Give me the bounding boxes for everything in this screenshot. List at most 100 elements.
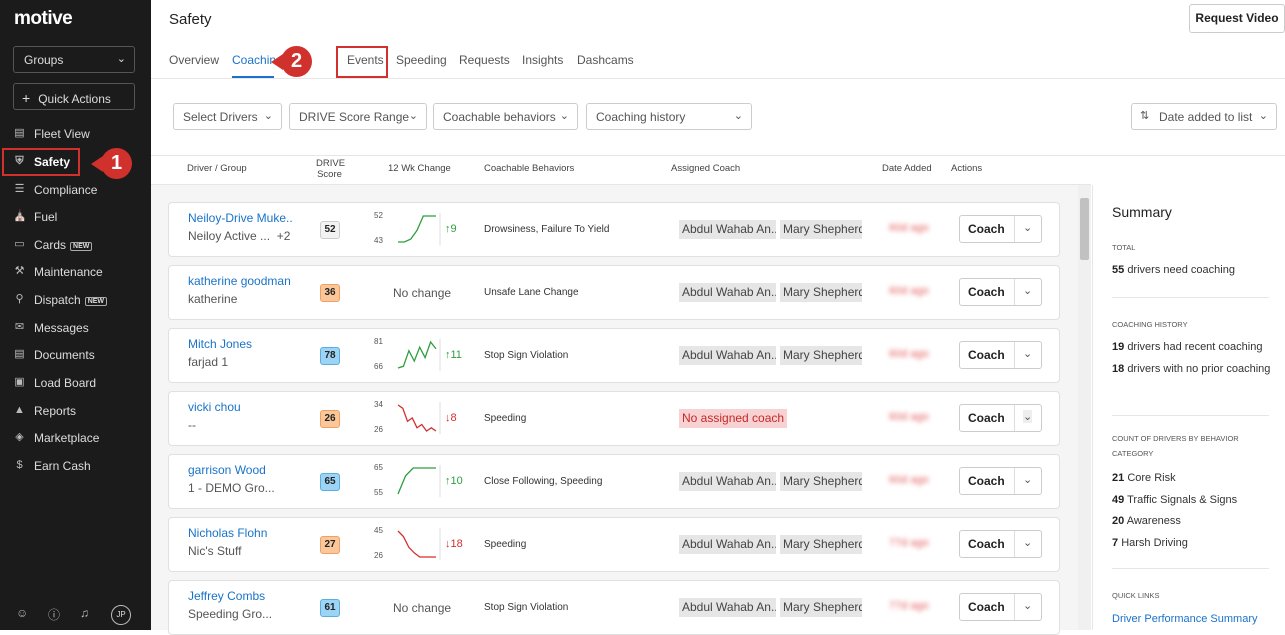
date-added: 60d ago bbox=[889, 348, 929, 360]
driver-name-link[interactable]: Jeffrey Combs bbox=[188, 589, 265, 603]
sidebar-item-documents[interactable]: ▤ Documents bbox=[0, 343, 151, 367]
tab-coaching[interactable]: Coaching bbox=[232, 53, 275, 67]
chevron-down-icon[interactable]: ⌄ bbox=[1023, 284, 1032, 297]
sparkline-high: 52 bbox=[374, 211, 383, 220]
assigned-coach-badge: Abdul Wahab An... bbox=[679, 283, 776, 302]
drive-score-badge: 61 bbox=[320, 599, 340, 617]
group-name: farjad 1 bbox=[188, 355, 229, 369]
plus-icon: + bbox=[22, 90, 31, 106]
sparkline-line bbox=[397, 467, 436, 495]
quick-actions-button[interactable]: + Quick Actions bbox=[13, 83, 135, 110]
tab-insights[interactable]: Insights bbox=[522, 53, 563, 67]
page-title: Safety bbox=[169, 11, 212, 28]
chevron-down-icon[interactable]: ⌄ bbox=[1023, 473, 1032, 486]
sidebar-item-maintenance[interactable]: ⚒ Maintenance bbox=[0, 260, 151, 284]
coaching-history-dropdown[interactable]: Coaching history ⌄ bbox=[586, 103, 752, 130]
sparkline-line bbox=[397, 530, 436, 558]
coach-button[interactable]: Coach ⌄ bbox=[959, 341, 1042, 369]
table-row[interactable]: garrison Wood 1 - DEMO Gro... 65 65 55 ↑10 Clo… bbox=[168, 454, 1060, 509]
header-drive-score-line1: DRIVE bbox=[316, 158, 346, 169]
summary-total-label: TOTAL bbox=[1112, 243, 1136, 252]
table-row[interactable]: Nicholas Flohn Nic's Stuff 27 45 26 ↓18 Speedi… bbox=[168, 517, 1060, 572]
sidebar-item-fuel[interactable]: ⛪ Fuel bbox=[0, 205, 151, 229]
coachable-behaviors: Stop Sign Violation bbox=[484, 602, 569, 613]
behavior-category-stat: 7 Harsh Driving bbox=[1112, 536, 1282, 551]
sidebar-item-label: Reports bbox=[34, 404, 77, 418]
table-row[interactable]: katherine goodman katherine 36 No change Uns… bbox=[168, 265, 1060, 320]
tab-requests[interactable]: Requests bbox=[459, 53, 510, 67]
chevron-down-icon[interactable]: ⌄ bbox=[1023, 599, 1032, 612]
drive-score-range-dropdown[interactable]: DRIVE Score Range ⌄ bbox=[289, 103, 427, 130]
driver-name-link[interactable]: Neiloy-Drive Muke... bbox=[188, 211, 293, 225]
coach-button[interactable]: Coach ⌄ bbox=[959, 593, 1042, 621]
sparkline-high: 81 bbox=[374, 337, 383, 346]
notification-bell-icon[interactable]: ♫ bbox=[80, 606, 89, 620]
coach-button[interactable]: Coach ⌄ bbox=[959, 530, 1042, 558]
sidebar-item-messages[interactable]: ✉ Messages bbox=[0, 316, 151, 340]
coach-button[interactable]: Coach ⌄ bbox=[959, 467, 1042, 495]
sidebar-item-dispatch[interactable]: ⚲ Dispatch NEW bbox=[0, 288, 151, 312]
drive-score-range-label: DRIVE Score Range bbox=[299, 110, 410, 124]
help-icon[interactable]: ⓘ bbox=[48, 606, 60, 623]
new-badge: NEW bbox=[70, 242, 93, 251]
sidebar: motive Groups ⌄ + Quick Actions ▤ Fleet Vi… bbox=[0, 0, 151, 630]
scrollbar-thumb[interactable] bbox=[1080, 198, 1089, 260]
category-count: 21 bbox=[1112, 472, 1125, 484]
sidebar-item-compliance[interactable]: ☰ Compliance bbox=[0, 178, 151, 202]
chevron-down-icon[interactable]: ⌄ bbox=[1023, 347, 1032, 360]
table-row[interactable]: Jeffrey Combs Speeding Gro... 61 No change S… bbox=[168, 580, 1060, 635]
score-sparkline: 65 55 bbox=[374, 463, 444, 503]
scrollbar[interactable] bbox=[1078, 185, 1091, 630]
assigned-coach-badge: Mary Shepherd bbox=[780, 535, 862, 554]
groups-dropdown[interactable]: Groups ⌄ bbox=[13, 46, 135, 73]
coachable-behaviors-dropdown[interactable]: Coachable behaviors ⌄ bbox=[433, 103, 578, 130]
motive-logo[interactable]: motive bbox=[14, 8, 73, 30]
chevron-down-icon: ⌄ bbox=[116, 53, 126, 65]
coachable-behaviors: Stop Sign Violation bbox=[484, 350, 569, 361]
wrench-icon: ⚒ bbox=[14, 265, 25, 277]
sparkline-low: 26 bbox=[374, 551, 383, 560]
driver-group: 1 - DEMO Gro... bbox=[188, 481, 275, 495]
dollar-icon: $ bbox=[16, 459, 23, 471]
table-row[interactable]: Mitch Jones farjad 1 78 81 66 ↑11 Stop Sign Vi… bbox=[168, 328, 1060, 383]
coach-button[interactable]: Coach ⌄ bbox=[959, 278, 1042, 306]
coach-button-label: Coach bbox=[968, 411, 1005, 425]
coach-button[interactable]: Coach ⌄ bbox=[959, 215, 1042, 243]
assigned-coach-badge: Abdul Wahab An... bbox=[679, 598, 776, 617]
sidebar-item-fleet-view[interactable]: ▤ Fleet View bbox=[0, 122, 151, 146]
tab-dashcams[interactable]: Dashcams bbox=[577, 53, 634, 67]
tab-overview[interactable]: Overview bbox=[169, 53, 219, 67]
divider bbox=[1014, 216, 1015, 242]
chevron-down-icon[interactable]: ⌄ bbox=[1023, 221, 1032, 234]
user-settings-icon[interactable]: ☺ bbox=[16, 606, 28, 620]
score-change: ↑9 bbox=[445, 223, 457, 235]
category-count: 7 bbox=[1112, 537, 1119, 549]
category-label: Traffic Signals & Signs bbox=[1127, 494, 1238, 506]
table-row[interactable]: vicki chou -- 26 34 26 ↓8 Speeding No assigned … bbox=[168, 391, 1060, 446]
sidebar-item-marketplace[interactable]: ◈ Marketplace bbox=[0, 426, 151, 450]
sidebar-item-earn-cash[interactable]: $ Earn Cash bbox=[0, 454, 151, 478]
driver-name-link[interactable]: garrison Wood bbox=[188, 463, 266, 477]
coach-button[interactable]: Coach ⌄ bbox=[959, 404, 1042, 432]
sort-dropdown[interactable]: ⇅ Date added to list ⌄ bbox=[1131, 103, 1277, 130]
sidebar-item-reports[interactable]: ▲ Reports bbox=[0, 399, 151, 423]
sidebar-item-cards[interactable]: ▭ Cards NEW bbox=[0, 233, 151, 257]
chevron-down-icon[interactable]: ⌄ bbox=[1023, 410, 1033, 423]
driver-name-link[interactable]: katherine goodman bbox=[188, 274, 291, 288]
driver-name-link[interactable]: Mitch Jones bbox=[188, 337, 252, 351]
driver-performance-summary-link[interactable]: Driver Performance Summary bbox=[1112, 613, 1257, 625]
select-drivers-dropdown[interactable]: Select Drivers ⌄ bbox=[173, 103, 282, 130]
avatar[interactable]: JP bbox=[111, 605, 131, 625]
table-row[interactable]: Neiloy-Drive Muke... Neiloy Active ... +2… bbox=[168, 202, 1060, 257]
drive-score-badge: 78 bbox=[320, 347, 340, 365]
score-change: ↑11 bbox=[445, 349, 462, 361]
chevron-down-icon: ⌄ bbox=[559, 110, 569, 122]
sidebar-item-load-board[interactable]: ▣ Load Board bbox=[0, 371, 151, 395]
request-video-button[interactable]: Request Video bbox=[1189, 4, 1285, 33]
chevron-down-icon: ⌄ bbox=[408, 110, 418, 122]
driver-name-link[interactable]: vicki chou bbox=[188, 400, 241, 414]
driver-name-link[interactable]: Nicholas Flohn bbox=[188, 526, 267, 540]
chevron-down-icon[interactable]: ⌄ bbox=[1023, 536, 1032, 549]
divider bbox=[1112, 415, 1269, 416]
tab-speeding[interactable]: Speeding bbox=[396, 53, 447, 67]
